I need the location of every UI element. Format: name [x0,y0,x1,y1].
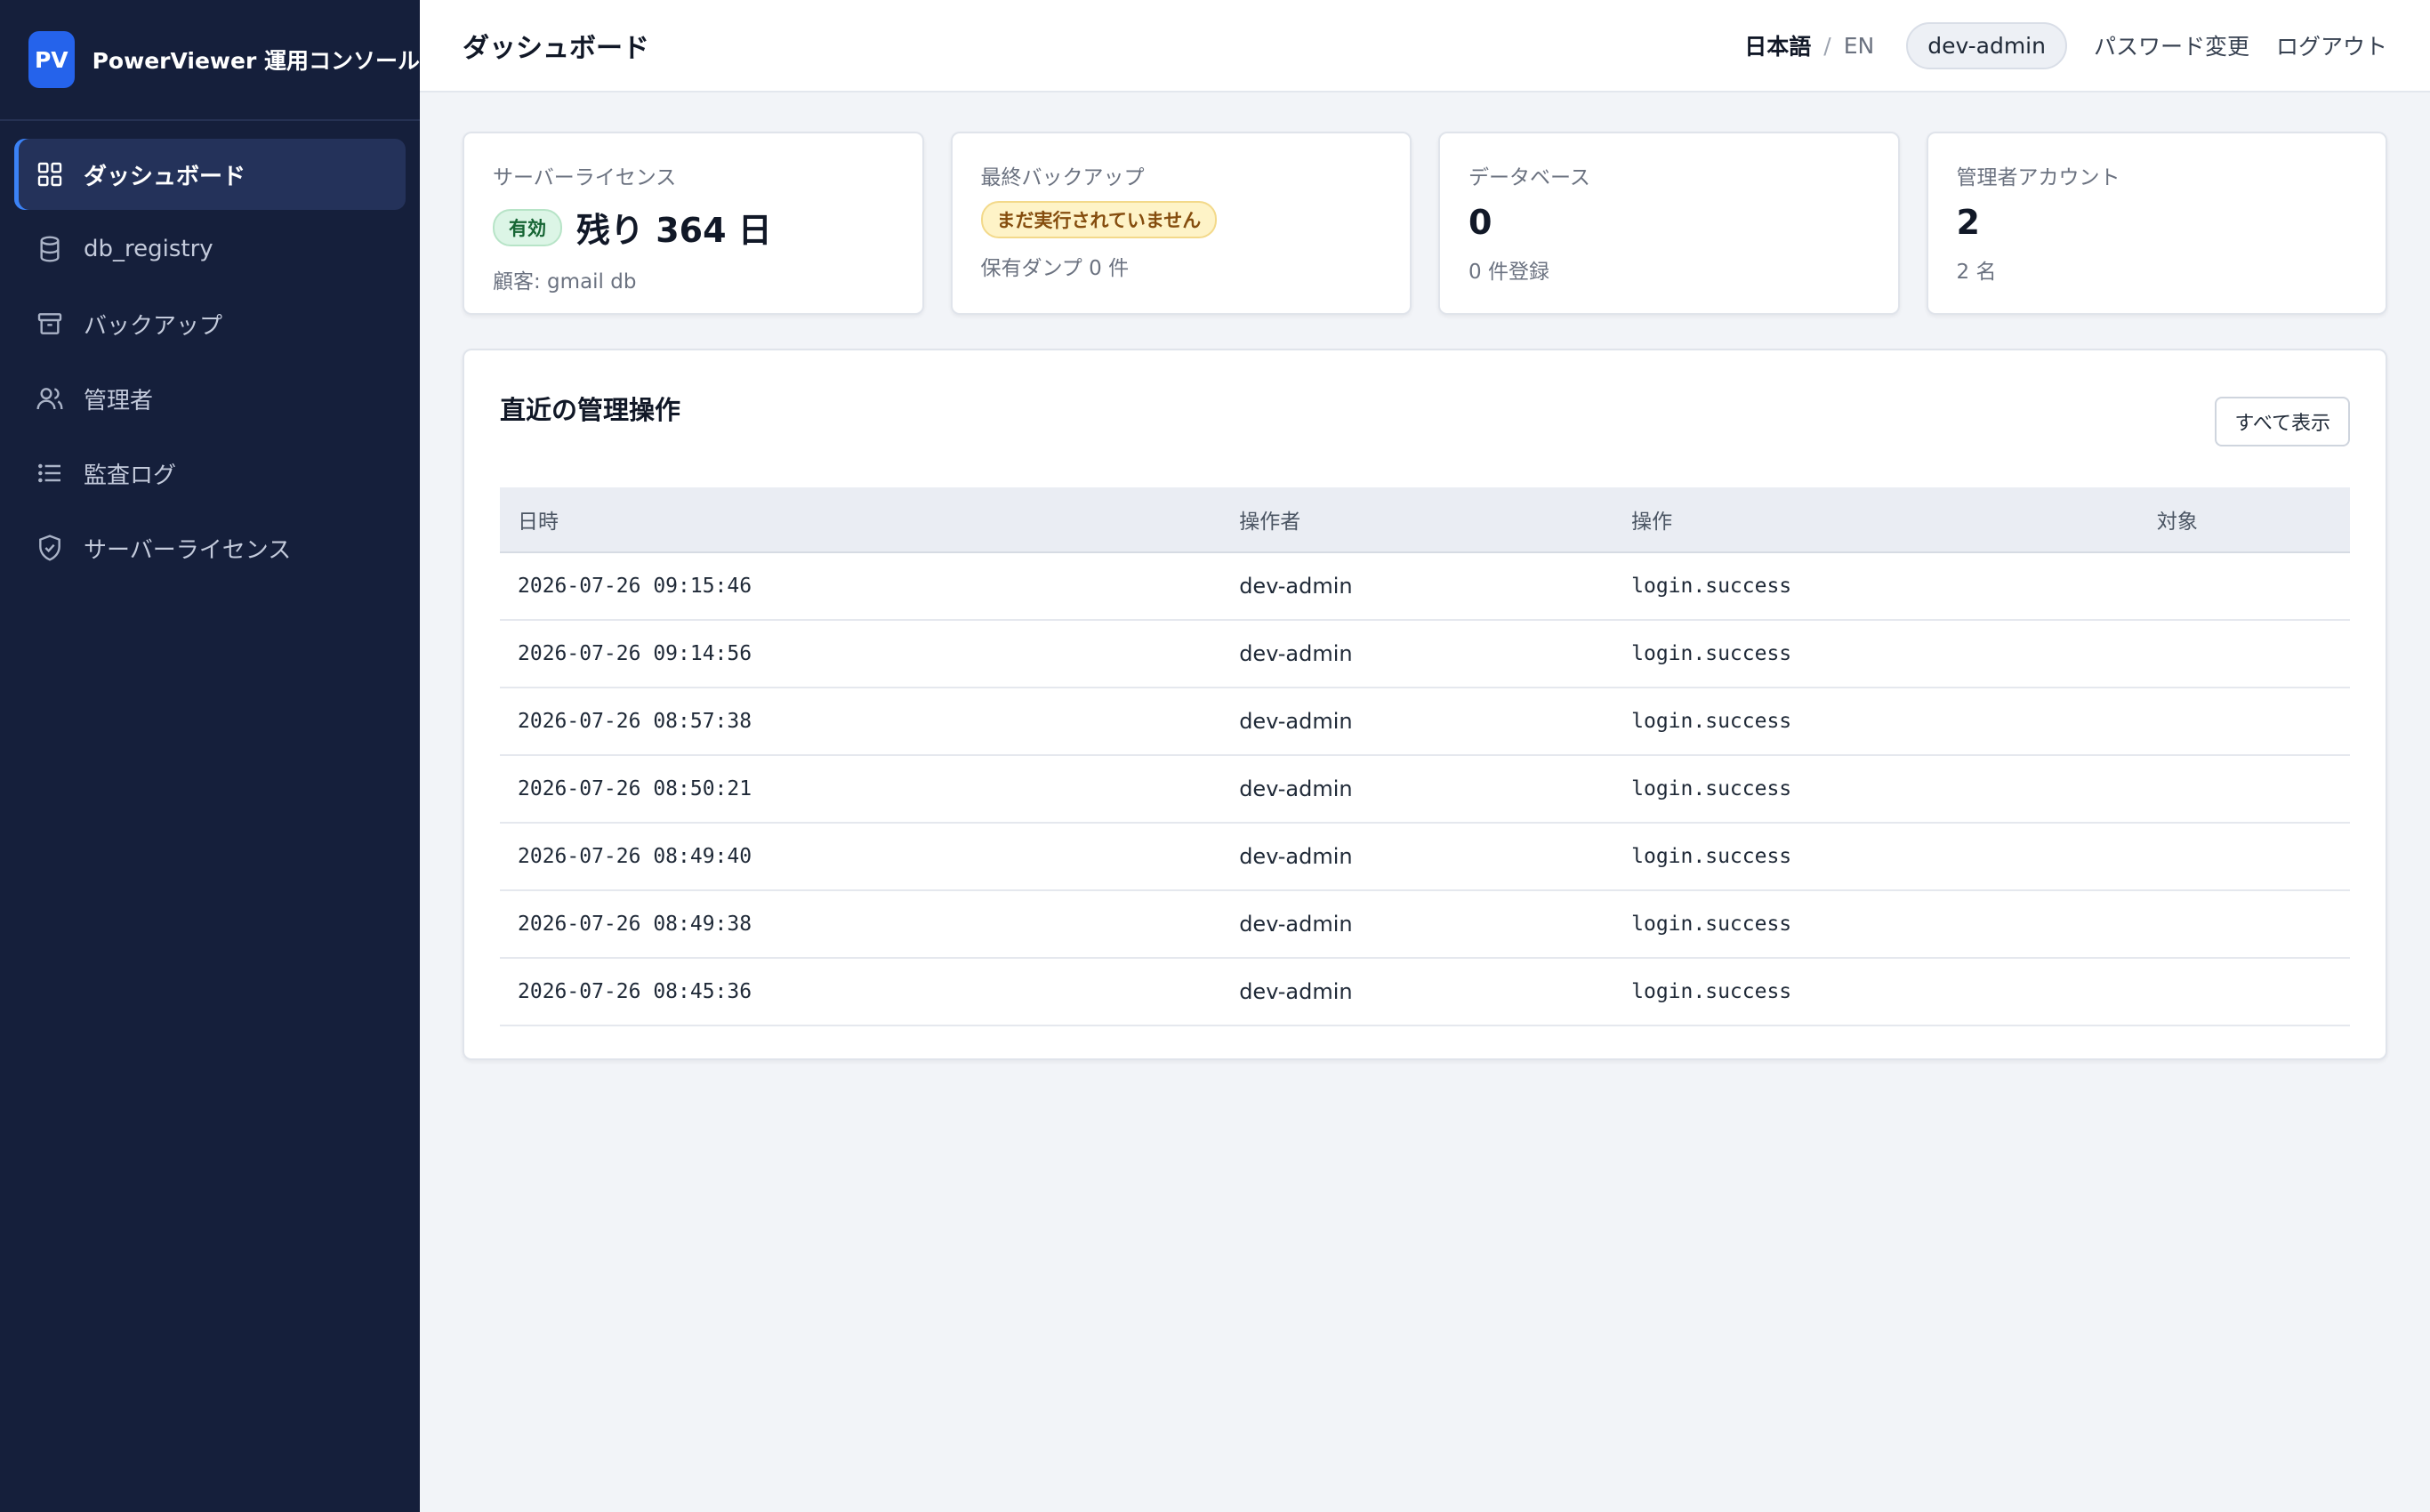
cell-datetime: 2026-07-26 08:57:38 [500,688,1222,756]
status-badge: まだ実行されていません [980,201,1218,238]
cell-target [2138,688,2350,756]
logout-link[interactable]: ログアウト [2276,29,2387,61]
cell-datetime: 2026-07-26 08:49:40 [500,823,1222,891]
recent-operations-panel: 直近の管理操作 すべて表示 日時 操作者 操作 対象 2026-07-26 09… [463,349,2387,1060]
license-customer: 顧客: gmail db [493,270,637,294]
sidebar-item-label: 監査ログ [84,462,177,489]
cell-datetime: 2026-07-26 09:15:46 [500,552,1222,621]
sidebar-item-label: 管理者 [84,387,154,414]
cell-target [2138,552,2350,621]
page-title: ダッシュボード [463,33,649,64]
sidebar-item-db-registry[interactable]: db_registry [14,213,406,285]
summary-cards: サーバーライセンス 有効 残り 364 日 顧客: gmail db 最終バック… [463,132,2387,315]
topbar: ダッシュボード 日本語 / EN dev-admin パスワード変更 ログアウト [420,0,2430,92]
cell-action: login.success [1613,620,2139,688]
brand[interactable]: PV PowerViewer 運用コンソール [0,0,420,121]
main-area: ダッシュボード 日本語 / EN dev-admin パスワード変更 ログアウト… [420,0,2430,1512]
admin-count-sub: 2 名 [1956,261,1997,284]
table-row[interactable]: 2026-07-26 09:14:56 dev-admin login.succ… [500,620,2350,688]
sidebar-item-label: db_registry [84,236,213,262]
column-header-actor[interactable]: 操作者 [1221,487,1614,553]
sidebar-item-label: バックアップ [84,312,223,340]
cell-datetime: 2026-07-26 08:45:36 [500,958,1222,1026]
cell-actor: dev-admin [1221,755,1614,824]
backup-card: 最終バックアップ まだ実行されていません 保有ダンプ 0 件 [950,132,1412,315]
database-count: 0 [1468,203,1493,242]
brand-logo: PV [28,31,75,88]
table-row[interactable]: 2026-07-26 08:49:38 dev-admin login.succ… [500,890,2350,959]
card-label: 最終バックアップ [980,166,1145,189]
card-label: 管理者アカウント [1956,166,2120,189]
table-row[interactable]: 2026-07-26 08:45:36 dev-admin login.succ… [500,958,2350,1026]
cell-target [2138,958,2350,1026]
cell-actor: dev-admin [1221,823,1614,891]
sidebar-item-label: ダッシュボード [84,163,246,190]
database-icon [36,235,64,263]
cell-target [2138,823,2350,891]
card-label: サーバーライセンス [493,166,677,189]
license-days-remaining: 残り 364 日 [576,211,772,250]
lang-en-link[interactable]: EN [1844,33,1875,59]
sidebar-item-dashboard[interactable]: ダッシュボード [14,139,406,210]
table-row[interactable]: 2026-07-26 08:57:38 dev-admin login.succ… [500,688,2350,756]
list-icon [36,459,64,487]
user-chip[interactable]: dev-admin [1906,21,2067,69]
database-card: データベース 0 0 件登録 [1438,132,1900,315]
sidebar-item-server-license[interactable]: サーバーライセンス [14,512,406,583]
cell-action: login.success [1613,890,2139,959]
column-header-target[interactable]: 対象 [2138,487,2350,553]
cell-datetime: 2026-07-26 09:14:56 [500,620,1222,688]
backup-dump-count: 保有ダンプ 0 件 [980,257,1130,280]
lang-separator: / [1823,32,1831,59]
sidebar-item-label: サーバーライセンス [84,536,292,564]
app-root: PV PowerViewer 運用コンソール ダッシュボード db_regist… [0,0,2430,1512]
cell-actor: dev-admin [1221,552,1614,621]
show-all-button[interactable]: すべて表示 [2215,397,2350,446]
grid-icon [36,160,64,189]
panel-title: 直近の管理操作 [500,395,681,425]
sidebar: PV PowerViewer 運用コンソール ダッシュボード db_regist… [0,0,420,1512]
archive-icon [36,310,64,338]
cell-datetime: 2026-07-26 08:50:21 [500,755,1222,824]
users-icon [36,384,64,413]
cell-action: login.success [1613,755,2139,824]
brand-name: PowerViewer 運用コンソール [92,48,420,74]
cell-action: login.success [1613,958,2139,1026]
cell-datetime: 2026-07-26 08:49:38 [500,890,1222,959]
table-row[interactable]: 2026-07-26 08:49:40 dev-admin login.succ… [500,823,2350,891]
cell-actor: dev-admin [1221,890,1614,959]
recent-operations-table: 日時 操作者 操作 対象 2026-07-26 09:15:46 dev-adm… [500,487,2350,1026]
sidebar-nav: ダッシュボード db_registry バックアップ 管理者 監査ログ サーバー… [0,121,420,605]
shield-check-icon [36,534,64,562]
table-header-row: 日時 操作者 操作 対象 [500,487,2350,553]
card-label: データベース [1468,166,1590,189]
change-password-link[interactable]: パスワード変更 [2094,29,2249,61]
cell-target [2138,755,2350,824]
sidebar-item-backup[interactable]: バックアップ [14,288,406,359]
cell-actor: dev-admin [1221,620,1614,688]
column-header-action[interactable]: 操作 [1613,487,2139,553]
topbar-actions: 日本語 / EN dev-admin パスワード変更 ログアウト [1744,21,2387,69]
cell-actor: dev-admin [1221,688,1614,756]
cell-target [2138,890,2350,959]
sidebar-item-admins[interactable]: 管理者 [14,363,406,434]
license-card: サーバーライセンス 有効 残り 364 日 顧客: gmail db [463,132,924,315]
table-row[interactable]: 2026-07-26 09:15:46 dev-admin login.succ… [500,552,2350,621]
status-badge: 有効 [493,208,562,246]
cell-actor: dev-admin [1221,958,1614,1026]
lang-ja-link[interactable]: 日本語 [1744,29,1811,61]
sidebar-item-audit-log[interactable]: 監査ログ [14,438,406,509]
cell-target [2138,620,2350,688]
admin-count: 2 [1956,203,1980,242]
database-registered: 0 件登録 [1468,261,1549,284]
cell-action: login.success [1613,688,2139,756]
cell-action: login.success [1613,823,2139,891]
cell-action: login.success [1613,552,2139,621]
table-row[interactable]: 2026-07-26 08:50:21 dev-admin login.succ… [500,755,2350,824]
column-header-datetime[interactable]: 日時 [500,487,1222,553]
admins-card: 管理者アカウント 2 2 名 [1926,132,2387,315]
dashboard-content: サーバーライセンス 有効 残り 364 日 顧客: gmail db 最終バック… [420,92,2430,1099]
